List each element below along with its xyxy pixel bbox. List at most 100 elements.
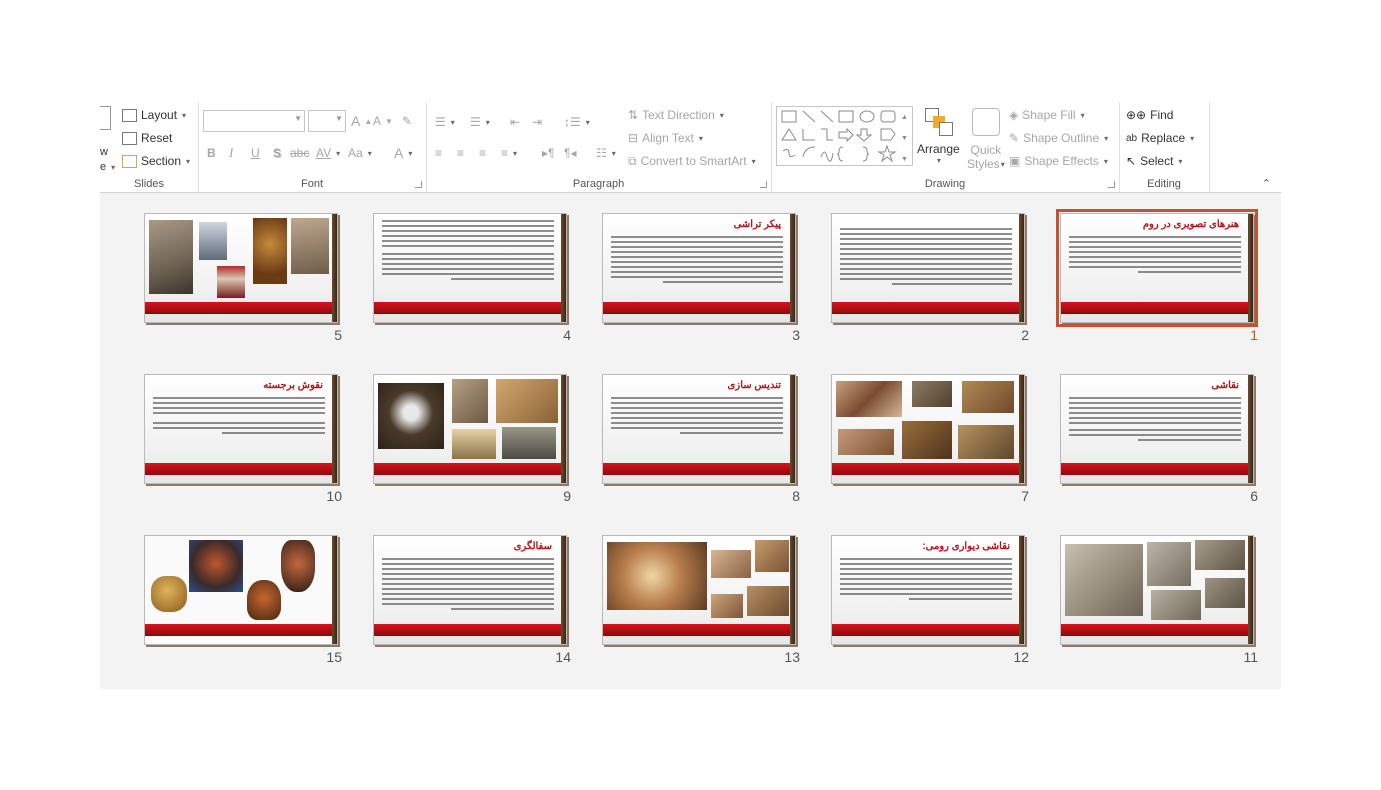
shrink-font-button[interactable]: A ▼	[373, 111, 393, 131]
increase-indent-button[interactable]: ⇥	[532, 112, 542, 132]
align-right-icon: ≡	[479, 146, 487, 160]
slide-preview: تندیس سازی	[602, 374, 796, 484]
slide-thumbnail-9[interactable]: 9	[373, 374, 571, 504]
layout-button[interactable]: Layout ▾	[122, 105, 186, 125]
slide-preview	[1060, 535, 1254, 645]
grow-font-button[interactable]: A ▲	[351, 111, 372, 131]
slide-thumbnail-7[interactable]: 7	[831, 374, 1029, 504]
align-text-button[interactable]: ⊟ Align Text ▾	[628, 128, 703, 148]
slide-number: 2	[1021, 327, 1029, 343]
columns-icon: ☷	[596, 146, 607, 160]
underline-button[interactable]: U	[251, 143, 260, 163]
bust-image-3	[291, 218, 329, 274]
slides-group: w e ▾ Layout ▾ Reset Section ▾ Slides	[100, 102, 199, 192]
grow-font-icon: A	[351, 113, 361, 129]
svg-text:▲: ▲	[901, 114, 908, 121]
replace-label: Replace	[1141, 131, 1186, 145]
slide-thumbnail-4[interactable]: 4	[373, 213, 571, 343]
font-name-combo[interactable]: ▼	[203, 110, 305, 132]
quick-styles-button[interactable]: Quick Styles ▾	[967, 108, 1005, 172]
align-left-icon: ≡	[435, 146, 443, 160]
fresco-image-2	[711, 550, 751, 578]
shape-effects-button[interactable]: ▣ Shape Effects ▾	[1009, 151, 1108, 171]
rtl-button[interactable]: ¶◂	[564, 143, 576, 163]
slide-preview: نقاشی دیواری رومی:	[831, 535, 1025, 645]
change-case-button[interactable]: Aa ▾	[348, 143, 372, 163]
slide-thumbnail-1[interactable]: هنرهای تصویری در روم 1	[1056, 209, 1258, 343]
align-left-button[interactable]: ≡	[435, 143, 442, 163]
slide-preview	[144, 535, 338, 645]
slide-number: 9	[563, 488, 571, 504]
slide-thumbnail-14[interactable]: سفالگری 14	[373, 535, 571, 665]
cursor-icon: ↖	[1126, 154, 1137, 168]
select-button[interactable]: ↖ Select ▾	[1126, 151, 1182, 171]
columns-button[interactable]: ☷ ▾	[596, 143, 616, 163]
slide-thumbnail-13[interactable]: 13	[602, 535, 800, 665]
font-dialog-launcher[interactable]	[415, 181, 422, 188]
shapes-gallery[interactable]: ▲ ▼ ▼	[776, 106, 913, 166]
slide-thumbnail-3[interactable]: پیکر تراشی 3	[602, 213, 800, 343]
slide-number: 1	[1250, 327, 1258, 343]
reset-button[interactable]: Reset	[122, 128, 172, 148]
find-button[interactable]: ⊕⊕ Find	[1126, 105, 1173, 125]
slide-thumbnail-5[interactable]: 5	[144, 213, 342, 343]
text-direction-label: Text Direction	[642, 108, 715, 122]
shapes-gallery-icons: ▲ ▼ ▼	[781, 110, 908, 163]
convert-smartart-button[interactable]: ⧉ Convert to SmartArt ▾	[628, 151, 756, 171]
shape-outline-button[interactable]: ✎ Shape Outline ▾	[1009, 128, 1108, 148]
align-text-label: Align Text	[642, 131, 694, 145]
smartart-icon: ⧉	[628, 153, 637, 168]
font-size-combo[interactable]: ▼	[308, 110, 346, 132]
bold-button[interactable]: B	[207, 143, 216, 163]
bullets-button[interactable]: ☰ ▾	[435, 112, 455, 132]
drawing-dialog-launcher[interactable]	[1108, 181, 1115, 188]
relief-image-small-2	[1195, 540, 1245, 570]
layout-label: Layout	[141, 108, 178, 122]
shape-fill-button[interactable]: ◈ Shape Fill ▾	[1009, 105, 1085, 125]
shape-effects-label: Shape Effects	[1024, 154, 1099, 168]
bust-image	[149, 220, 193, 294]
paragraph-dialog-launcher[interactable]	[760, 181, 767, 188]
slide-body-text	[611, 397, 783, 437]
slide-thumbnail-11[interactable]: 11	[1060, 535, 1258, 665]
slide-footer-bar	[603, 624, 791, 636]
slide-title: نقاشی	[1211, 380, 1239, 391]
slide-number: 14	[555, 649, 571, 665]
align-center-icon: ≡	[457, 146, 465, 160]
collapse-ribbon-icon[interactable]: ⌃	[1262, 177, 1271, 190]
character-spacing-button[interactable]: AV ▾	[316, 143, 340, 163]
strikethrough-icon: abc	[290, 146, 310, 160]
arrange-button[interactable]: Arrange ▾	[917, 108, 960, 172]
quick-styles-label-2: Styles	[967, 157, 1000, 171]
italic-button[interactable]: I	[229, 143, 233, 163]
slide-thumbnail-10[interactable]: نقوش برجسته 10	[144, 374, 342, 504]
slide-thumbnail-2[interactable]: 2	[831, 213, 1029, 343]
numbering-button[interactable]: ☰ ▾	[470, 112, 490, 132]
section-button[interactable]: Section ▾	[122, 151, 190, 171]
discus-thrower-image	[378, 383, 444, 449]
new-slide-icon[interactable]	[100, 106, 111, 130]
font-color-button[interactable]: A ▾	[394, 143, 412, 163]
slide-thumbnail-15[interactable]: 15	[144, 535, 342, 665]
line-spacing-button[interactable]: ↕☰ ▾	[564, 112, 590, 132]
relief-image-1	[452, 379, 488, 423]
clear-formatting-button[interactable]: ✎	[402, 111, 412, 131]
slide-preview	[602, 535, 796, 645]
shadow-button[interactable]: S	[273, 143, 281, 163]
ltr-button[interactable]: ▸¶	[542, 143, 554, 163]
text-direction-button[interactable]: ⇅ Text Direction ▾	[628, 105, 724, 125]
decrease-indent-button[interactable]: ⇤	[510, 112, 520, 132]
align-center-button[interactable]: ≡	[457, 143, 464, 163]
justify-button[interactable]: ≡ ▾	[501, 143, 517, 163]
relief-image-large	[1065, 544, 1143, 616]
new-slide-partial-label-2[interactable]: e ▾	[100, 157, 115, 177]
slide-preview: هنرهای تصویری در روم	[1056, 209, 1258, 327]
align-right-button[interactable]: ≡	[479, 143, 486, 163]
strikethrough-button[interactable]: abc	[290, 143, 309, 163]
slide-thumbnail-6[interactable]: نقاشی 6	[1060, 374, 1258, 504]
slide-thumbnail-8[interactable]: تندیس سازی 8	[602, 374, 800, 504]
convert-smartart-label: Convert to SmartArt	[640, 154, 747, 168]
slide-thumbnail-12[interactable]: نقاشی دیواری رومی: 12	[831, 535, 1029, 665]
replace-button[interactable]: ab Replace ▾	[1126, 128, 1194, 148]
slide-body-text	[153, 397, 325, 437]
